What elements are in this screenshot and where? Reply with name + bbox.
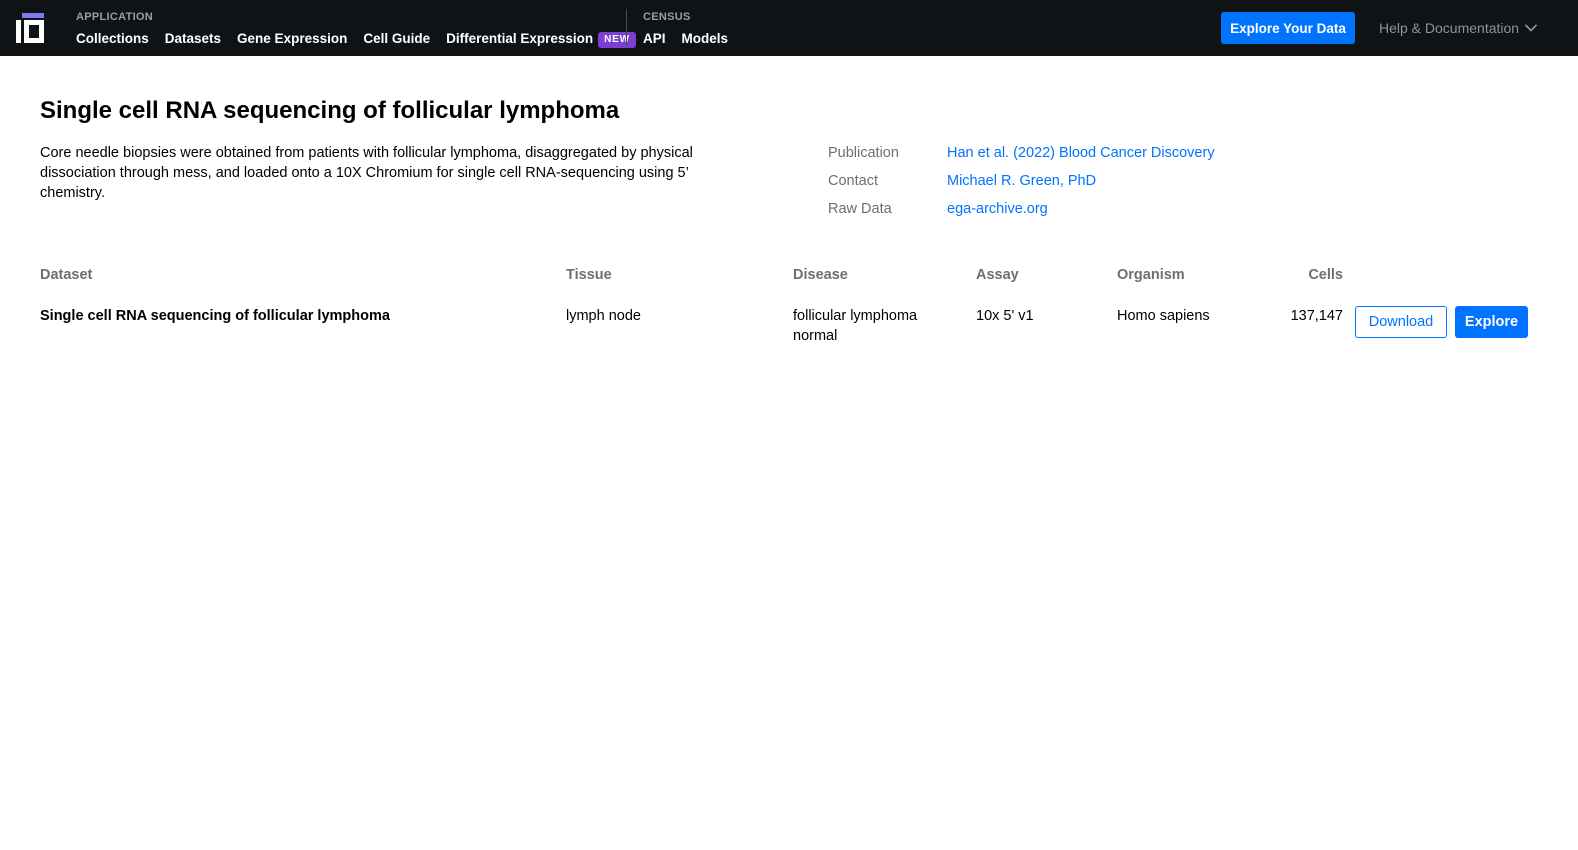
- column-header-tissue: Tissue: [566, 267, 612, 283]
- disease-item: follicular lymphoma: [793, 308, 918, 324]
- page-title: Single cell RNA sequencing of follicular…: [40, 97, 620, 124]
- column-header-assay: Assay: [976, 267, 1019, 283]
- collection-description: Core needle biopsies were obtained from …: [40, 145, 693, 201]
- download-button[interactable]: Download: [1355, 306, 1447, 338]
- help-documentation-label: Help & Documentation: [1379, 20, 1520, 36]
- application-nav: APPLICATION Collections Datasets Gene Ex…: [76, 10, 652, 49]
- nav-differential-expression-label: Differential Expression: [446, 31, 594, 46]
- help-documentation-menu[interactable]: Help & Documentation: [1379, 18, 1537, 38]
- column-header-disease: Disease: [793, 267, 848, 283]
- explore-your-data-button[interactable]: Explore Your Data: [1221, 12, 1355, 44]
- new-badge: NEW: [598, 32, 636, 48]
- explore-button[interactable]: Explore: [1455, 306, 1528, 338]
- nav-collections[interactable]: Collections: [76, 29, 149, 49]
- nav-divider: [626, 9, 627, 46]
- contact-link[interactable]: Michael R. Green, PhD: [947, 171, 1096, 199]
- collection-metadata: Publication Han et al. (2022) Blood Canc…: [828, 143, 1215, 227]
- publication-link[interactable]: Han et al. (2022) Blood Cancer Discovery: [947, 143, 1215, 171]
- census-nav: CENSUS API Models: [643, 10, 744, 49]
- column-header-organism: Organism: [1117, 267, 1185, 283]
- top-navigation-bar: APPLICATION Collections Datasets Gene Ex…: [0, 0, 1578, 56]
- metadata-row-raw-data: Raw Data ega-archive.org: [828, 199, 1215, 227]
- dataset-name: Single cell RNA sequencing of follicular…: [40, 308, 390, 324]
- cells-count: 137,147: [1290, 308, 1343, 324]
- assay-cell: 10x 5' v1: [976, 308, 1034, 324]
- cellxgene-logo-icon[interactable]: [16, 13, 44, 43]
- disease-item: normal: [793, 328, 838, 344]
- nav-models[interactable]: Models: [682, 29, 729, 49]
- nav-api[interactable]: API: [643, 29, 666, 49]
- nav-differential-expression[interactable]: Differential Expression NEW: [446, 29, 636, 49]
- metadata-row-publication: Publication Han et al. (2022) Blood Canc…: [828, 143, 1215, 171]
- publication-label: Publication: [828, 145, 899, 161]
- nav-cell-guide[interactable]: Cell Guide: [363, 29, 430, 49]
- chevron-down-icon: [1525, 24, 1537, 32]
- application-heading: APPLICATION: [76, 11, 154, 23]
- column-header-cells: Cells: [1308, 267, 1343, 283]
- contact-label: Contact: [828, 173, 878, 189]
- metadata-row-contact: Contact Michael R. Green, PhD: [828, 171, 1215, 199]
- tissue-cell: lymph node: [566, 308, 641, 324]
- organism-cell: Homo sapiens: [1117, 308, 1210, 324]
- column-header-dataset: Dataset: [40, 267, 93, 283]
- raw-data-label: Raw Data: [828, 201, 892, 217]
- raw-data-link[interactable]: ega-archive.org: [947, 199, 1048, 227]
- nav-gene-expression[interactable]: Gene Expression: [237, 29, 347, 49]
- disease-cell: follicular lymphoma normal: [793, 306, 917, 346]
- census-heading: CENSUS: [643, 11, 691, 23]
- nav-datasets[interactable]: Datasets: [165, 29, 221, 49]
